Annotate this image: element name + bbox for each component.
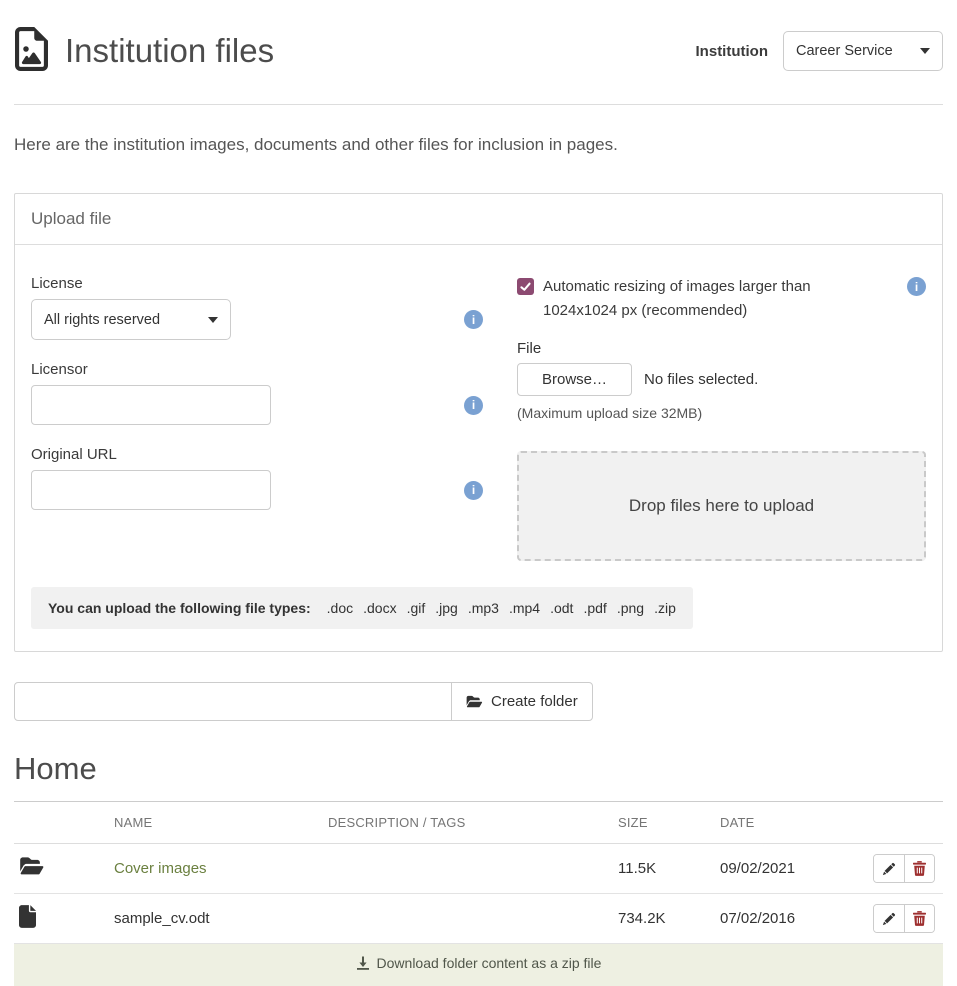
institution-select[interactable]: Career Service — [783, 31, 943, 71]
original-url-label: Original URL — [31, 446, 483, 463]
filetype-item: .zip — [654, 600, 676, 616]
browse-button[interactable]: Browse… — [517, 363, 632, 396]
download-zip-link[interactable]: Download folder content as a zip file — [356, 955, 602, 971]
pencil-icon — [882, 912, 896, 926]
filetypes-list: .doc .docx .gif .jpg .mp3 .mp4 .odt .pdf… — [327, 600, 676, 616]
filetype-item: .pdf — [583, 600, 606, 616]
page-description: Here are the institution images, documen… — [14, 135, 943, 155]
institution-label: Institution — [696, 43, 768, 60]
download-zip-label: Download folder content as a zip file — [377, 955, 602, 971]
files-table: NAME DESCRIPTION / TAGS SIZE DATE Cover … — [14, 801, 943, 986]
filetype-item: .odt — [550, 600, 573, 616]
column-size: SIZE — [610, 802, 712, 844]
trash-icon — [913, 861, 926, 876]
license-selected-value: All rights reserved — [44, 312, 160, 328]
license-select[interactable]: All rights reserved — [31, 299, 231, 340]
filetype-item: .png — [617, 600, 644, 616]
row-size: 734.2K — [610, 894, 712, 944]
filetype-item: .mp3 — [468, 600, 499, 616]
table-row: Cover images 11.5K 09/02/2021 — [14, 844, 943, 894]
column-name: NAME — [106, 802, 320, 844]
table-row: sample_cv.odt 734.2K 07/02/2016 — [14, 894, 943, 944]
info-circle-icon[interactable]: i — [907, 277, 926, 296]
row-date: 07/02/2016 — [712, 894, 832, 944]
upload-panel-title: Upload file — [15, 194, 942, 245]
folder-open-icon — [466, 695, 483, 709]
column-description-tags: DESCRIPTION / TAGS — [320, 802, 610, 844]
file-dropzone[interactable]: Drop files here to upload — [517, 451, 926, 561]
create-folder-button[interactable]: Create folder — [451, 682, 593, 721]
resize-checkbox-label[interactable]: Automatic resizing of images larger than… — [543, 275, 873, 323]
table-header-row: NAME DESCRIPTION / TAGS SIZE DATE — [14, 802, 943, 844]
dropzone-text: Drop files here to upload — [629, 496, 814, 516]
caret-down-icon — [920, 48, 930, 54]
column-actions — [832, 802, 943, 844]
delete-button[interactable] — [904, 855, 934, 882]
create-folder-button-label: Create folder — [491, 693, 578, 710]
checkmark-icon — [519, 280, 532, 293]
create-folder-form: Create folder — [14, 682, 943, 721]
filetype-item: .docx — [363, 600, 396, 616]
max-upload-size-text: (Maximum upload size 32MB) — [517, 405, 926, 421]
resize-checkbox[interactable] — [517, 278, 534, 295]
column-date: DATE — [712, 802, 832, 844]
licensor-label: Licensor — [31, 361, 483, 378]
filetype-item: .mp4 — [509, 600, 540, 616]
info-circle-icon[interactable]: i — [464, 481, 483, 500]
no-files-selected-text: No files selected. — [644, 371, 758, 388]
institution-selected-value: Career Service — [796, 43, 893, 59]
table-footer-row: Download folder content as a zip file — [14, 944, 943, 986]
edit-button[interactable] — [874, 855, 904, 882]
license-label: License — [31, 275, 483, 292]
row-description — [320, 844, 610, 894]
folder-name-input[interactable] — [14, 682, 452, 721]
column-icon — [14, 802, 106, 844]
row-size: 11.5K — [610, 844, 712, 894]
page: Institution files Institution Career Ser… — [0, 0, 957, 986]
page-title: Institution files — [65, 32, 274, 70]
header-divider — [14, 104, 943, 105]
file-icon — [19, 915, 36, 932]
filetype-item: .doc — [327, 600, 353, 616]
info-circle-icon[interactable]: i — [464, 396, 483, 415]
filetypes-label: You can upload the following file types: — [48, 600, 311, 616]
original-url-input[interactable] — [31, 470, 271, 510]
trash-icon — [913, 911, 926, 926]
upload-file-panel: Upload file License All rights reserved … — [14, 193, 943, 652]
info-circle-icon[interactable]: i — [464, 310, 483, 329]
file-field-label: File — [517, 340, 926, 357]
file-image-icon — [14, 27, 49, 76]
folder-link[interactable]: Cover images — [114, 860, 207, 877]
licensor-input[interactable] — [31, 385, 271, 425]
page-header: Institution files Institution Career Ser… — [14, 0, 943, 96]
download-icon — [356, 956, 370, 970]
row-description — [320, 894, 610, 944]
allowed-filetypes-bar: You can upload the following file types:… — [31, 587, 693, 629]
filetype-item: .gif — [407, 600, 426, 616]
caret-down-icon — [208, 317, 218, 323]
filetype-item: .jpg — [435, 600, 458, 616]
edit-button[interactable] — [874, 905, 904, 932]
current-folder-heading: Home — [14, 751, 943, 787]
file-name[interactable]: sample_cv.odt — [114, 910, 210, 927]
delete-button[interactable] — [904, 905, 934, 932]
pencil-icon — [882, 862, 896, 876]
row-date: 09/02/2021 — [712, 844, 832, 894]
